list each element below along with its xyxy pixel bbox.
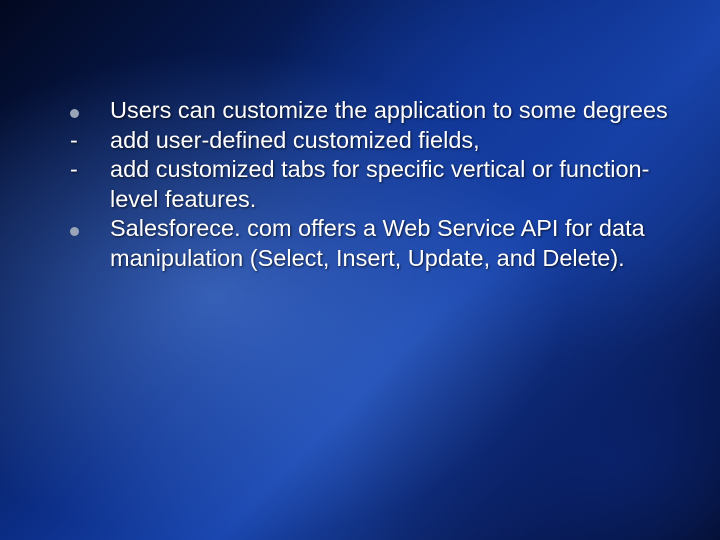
- bullet-icon: [68, 214, 110, 244]
- slide: Users can customize the application to s…: [0, 0, 720, 540]
- dash-icon: -: [68, 155, 110, 185]
- list-item: Users can customize the application to s…: [68, 96, 672, 126]
- slide-body: Users can customize the application to s…: [68, 96, 672, 274]
- list-item: Salesforece. com offers a Web Service AP…: [68, 214, 672, 273]
- dash-icon: -: [68, 126, 110, 156]
- list-item: - add user-defined customized fields,: [68, 126, 672, 156]
- list-item-text: add customized tabs for specific vertica…: [110, 155, 672, 214]
- list-item-text: add user-defined customized fields,: [110, 126, 672, 156]
- list-item-text: Users can customize the application to s…: [110, 96, 672, 126]
- list-item-text: Salesforece. com offers a Web Service AP…: [110, 214, 672, 273]
- list-item: - add customized tabs for specific verti…: [68, 155, 672, 214]
- bullet-icon: [68, 96, 110, 126]
